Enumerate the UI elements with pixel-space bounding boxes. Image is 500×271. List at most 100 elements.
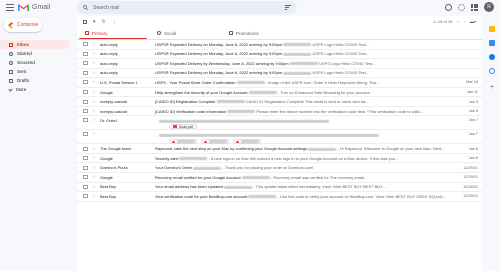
- people-icon: [157, 31, 161, 35]
- star-icon[interactable]: ☆: [92, 194, 96, 198]
- email-subject: USPS® Expected Delivery on Monday, June …: [155, 70, 283, 76]
- star-icon[interactable]: ☆: [92, 51, 96, 56]
- email-date: Jan 6: [468, 156, 478, 161]
- email-row[interactable]: ☆ Best Buy Your email address has been Upd…: [77, 183, 482, 193]
- file-icon: [172, 140, 175, 144]
- sidebar-item-snoozed[interactable]: Snoozed: [0, 58, 70, 67]
- email-row[interactable]: ☆ noreply-casioid [CASIO ID] Verification …: [77, 107, 482, 117]
- row-checkbox[interactable]: [83, 165, 88, 170]
- pdf-icon: [173, 125, 177, 129]
- email-snippet: Please enter the above number into the v…: [256, 108, 423, 114]
- email-subject: USPS - Your Postal Store Order Confirmat…: [155, 79, 236, 85]
- input-tools-icon[interactable]: ▬▾: [470, 19, 476, 24]
- row-checkbox[interactable]: [83, 51, 88, 56]
- more-vert-icon[interactable]: ⋮: [112, 19, 117, 25]
- row-checkbox[interactable]: [83, 118, 88, 123]
- help-icon[interactable]: [445, 3, 452, 11]
- gmail-logo[interactable]: Gmail: [18, 3, 50, 12]
- blurred-text: [248, 195, 277, 199]
- sidebar-item-sent[interactable]: Sent: [0, 67, 70, 76]
- star-icon[interactable]: ☆: [92, 90, 96, 94]
- email-date: 12/28/21: [463, 194, 478, 199]
- email-row[interactable]: ☆ Domino's Pizza Your Domino's Order - Tha…: [77, 163, 482, 174]
- tab-social[interactable]: Social: [149, 27, 221, 39]
- attachment-chip[interactable]: Scan.pdf: [169, 124, 197, 130]
- sidebar-item-more[interactable]: More: [0, 85, 70, 94]
- row-checkbox[interactable]: [83, 109, 88, 114]
- blurred-text: [208, 140, 227, 144]
- contacts-icon[interactable]: [489, 68, 495, 74]
- hamburger-menu-icon[interactable]: [6, 4, 14, 11]
- row-checkbox[interactable]: [83, 156, 88, 161]
- star-icon[interactable]: ☆: [92, 175, 96, 179]
- row-checkbox[interactable]: [83, 132, 88, 137]
- row-checkbox[interactable]: [83, 42, 88, 47]
- email-row[interactable]: ☆ auto-reply USPS® Expected Delivery on Mo…: [77, 40, 482, 50]
- calendar-icon[interactable]: [489, 26, 495, 32]
- blurred-text: [179, 157, 208, 161]
- star-icon[interactable]: ☆: [92, 61, 96, 65]
- search-input[interactable]: Search mail: [93, 5, 119, 11]
- star-icon[interactable]: ☆: [92, 184, 96, 189]
- star-icon[interactable]: ☆: [92, 118, 96, 122]
- row-checkbox[interactable]: [83, 175, 88, 180]
- settings-gear-icon[interactable]: [458, 3, 465, 11]
- search-icon[interactable]: [83, 5, 88, 10]
- row-checkbox[interactable]: [83, 184, 88, 189]
- row-checkbox[interactable]: [83, 194, 88, 199]
- select-dropdown-icon[interactable]: ▾: [93, 19, 96, 25]
- star-icon[interactable]: ☆: [92, 99, 96, 104]
- email-row[interactable]: ☆ Jan 7: [77, 130, 482, 145]
- email-sender: U.S. Postal Service I.: [100, 79, 138, 85]
- email-snippet: USPS Logo Hello COVID Test...: [312, 51, 370, 57]
- select-all-checkbox[interactable]: [83, 19, 87, 24]
- search-bar[interactable]: Search mail: [77, 1, 297, 14]
- row-checkbox[interactable]: [83, 70, 88, 75]
- email-row[interactable]: ☆ noreply-casioid [CASIO ID] Registration …: [77, 97, 482, 107]
- avatar[interactable]: R: [484, 2, 494, 12]
- tab-primary[interactable]: Primary: [77, 27, 149, 39]
- star-icon[interactable]: ☆: [92, 146, 96, 151]
- email-row[interactable]: ☆ Best Buy Your verification code for your…: [77, 192, 482, 202]
- star-icon[interactable]: ☆: [92, 70, 96, 75]
- email-row[interactable]: ☆ Google Security alert - A new sign-in on…: [77, 154, 482, 164]
- row-checkbox[interactable]: [83, 99, 88, 104]
- email-row[interactable]: ☆ Google Help strengthen the security of y…: [77, 88, 482, 98]
- row-checkbox[interactable]: [83, 90, 88, 94]
- compose-button[interactable]: Compose: [4, 18, 42, 32]
- email-date: Jan 7: [468, 132, 478, 137]
- send-icon: [9, 69, 13, 74]
- row-checkbox[interactable]: [83, 146, 88, 151]
- star-icon[interactable]: ☆: [92, 109, 96, 113]
- email-row[interactable]: ☆ auto-reply USPS® Expected Delivery on Mo…: [77, 50, 482, 60]
- star-icon[interactable]: ☆: [92, 80, 96, 84]
- add-addon-icon[interactable]: +: [484, 84, 500, 91]
- email-snippet: USPS Logo Hello COVID Test...: [319, 60, 376, 66]
- star-icon[interactable]: ☆: [92, 132, 96, 136]
- keep-icon[interactable]: [489, 40, 495, 46]
- sidebar-item-starred[interactable]: Starred: [0, 49, 70, 58]
- sidebar-item-inbox[interactable]: Inbox: [0, 40, 70, 49]
- email-row[interactable]: ☆ Google Recovery email verified for your …: [77, 173, 482, 183]
- star-icon[interactable]: ☆: [92, 156, 96, 160]
- star-icon[interactable]: ☆: [92, 165, 96, 170]
- email-row[interactable]: ☆ auto-reply USPS® Expected Delivery on Mo…: [77, 69, 482, 79]
- star-icon[interactable]: ☆: [92, 42, 96, 46]
- apps-grid-icon[interactable]: [471, 3, 478, 11]
- row-checkbox[interactable]: [83, 61, 88, 66]
- refresh-icon[interactable]: ↻: [102, 19, 106, 25]
- row-checkbox[interactable]: [83, 80, 88, 85]
- email-row[interactable]: ☆ auto-reply USPS® Expected Delivery by We…: [77, 59, 482, 69]
- sidebar-item-drafts[interactable]: Drafts: [0, 76, 70, 85]
- email-row[interactable]: ☆ Dr. Onkel Jan 7 Scan.pdf: [77, 116, 482, 131]
- tab-promotions[interactable]: Promotions: [221, 27, 293, 39]
- tasks-icon[interactable]: [489, 54, 495, 60]
- prev-page-icon[interactable]: ‹: [457, 19, 458, 24]
- next-page-icon[interactable]: ›: [464, 19, 465, 24]
- search-options-icon[interactable]: [285, 5, 291, 10]
- email-date: 12/29/21: [463, 165, 478, 170]
- blurred-text: [283, 71, 312, 75]
- email-row[interactable]: ☆ The Google team Raymond, take the next s…: [77, 144, 482, 154]
- email-row[interactable]: ☆ U.S. Postal Service I. USPS - Your Posta…: [77, 78, 482, 88]
- email-sender: noreply-casioid: [100, 99, 127, 105]
